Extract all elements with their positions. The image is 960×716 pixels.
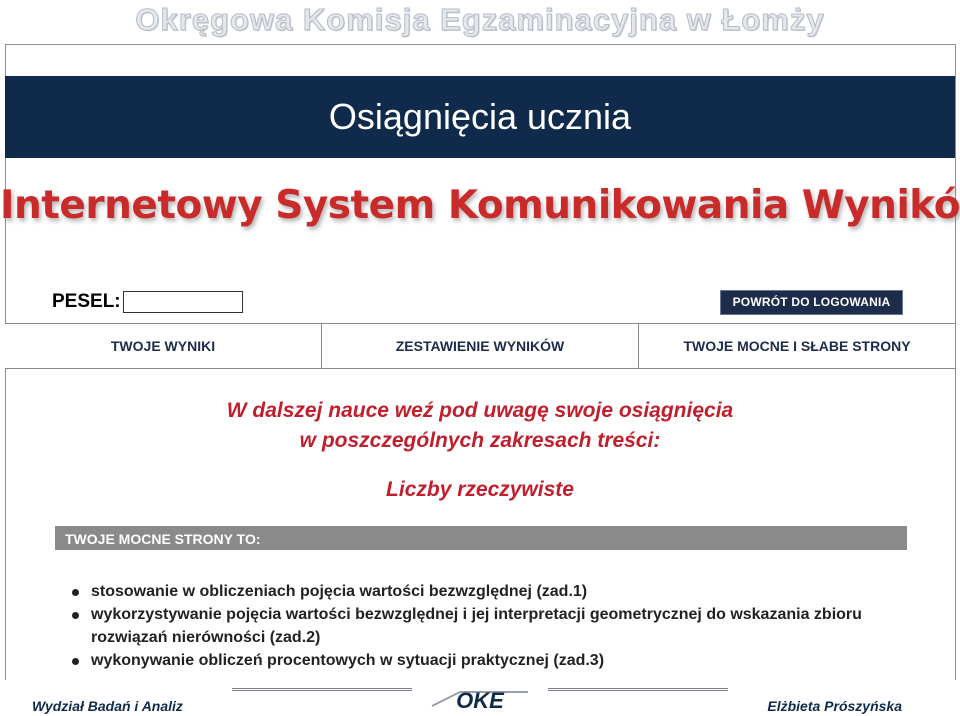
banner-text: Okręgowa Komisja Egzaminacyjna w Łomży <box>135 2 825 38</box>
pesel-label: PESEL: <box>52 291 121 312</box>
list-item: wykonywanie obliczeń procentowych w sytu… <box>70 649 920 672</box>
list-item: stosowanie w obliczeniach pojęcia wartoś… <box>70 580 920 603</box>
intro-text: W dalszej nauce weź pod uwagę swoje osią… <box>0 396 960 456</box>
list-item: wykorzystywanie pojęcia wartości bezwzgl… <box>70 603 920 649</box>
footer-department: Wydział Badań i Analiz <box>32 698 183 714</box>
strength-text: wykonywanie obliczeń procentowych w sytu… <box>91 652 605 669</box>
footer-divider-left <box>232 688 412 691</box>
navigation-tabs: TWOJE WYNIKI ZESTAWIENIE WYNIKÓW TWOJE M… <box>5 323 955 369</box>
slide-title: Osiągnięcia ucznia <box>328 96 632 137</box>
slide-title-bar: Osiągnięcia ucznia <box>5 76 955 158</box>
system-heading: Internetowy System Komunikowania Wyników <box>0 183 960 228</box>
strength-text: stosowanie w obliczeniach pojęcia wartoś… <box>91 583 588 600</box>
pesel-input[interactable] <box>123 291 243 313</box>
strengths-header: TWOJE MOCNE STRONY TO: <box>55 526 907 550</box>
strengths-list: stosowanie w obliczeniach pojęcia wartoś… <box>70 580 920 672</box>
oke-logo: OKE <box>430 688 530 713</box>
tab-strengths-weaknesses[interactable]: TWOJE MOCNE I SŁABE STRONY <box>639 324 955 368</box>
bullet-icon <box>72 658 79 665</box>
bullet-icon <box>72 589 79 596</box>
tab-your-results[interactable]: TWOJE WYNIKI <box>5 324 322 368</box>
logo-text: OKE <box>456 688 505 713</box>
strength-text: wykorzystywanie pojęcia wartości bezwzgl… <box>91 606 862 646</box>
tab-results-summary[interactable]: ZESTAWIENIE WYNIKÓW <box>322 324 639 368</box>
slide-footer: Wydział Badań i Analiz OKE Elżbieta Prós… <box>0 680 960 716</box>
footer-divider-right <box>548 688 728 691</box>
footer-author: Elżbieta Prószyńska <box>767 698 902 714</box>
intro-line-2: w poszczególnych zakresach treści: <box>299 429 661 452</box>
institution-banner: Okręgowa Komisja Egzaminacyjna w Łomży <box>0 0 960 46</box>
back-to-login-button[interactable]: POWRÓT DO LOGOWANIA <box>720 290 903 315</box>
topic-heading: Liczby rzeczywiste <box>386 478 574 501</box>
bullet-icon <box>72 612 79 619</box>
intro-line-1: W dalszej nauce weź pod uwagę swoje osią… <box>226 399 734 422</box>
